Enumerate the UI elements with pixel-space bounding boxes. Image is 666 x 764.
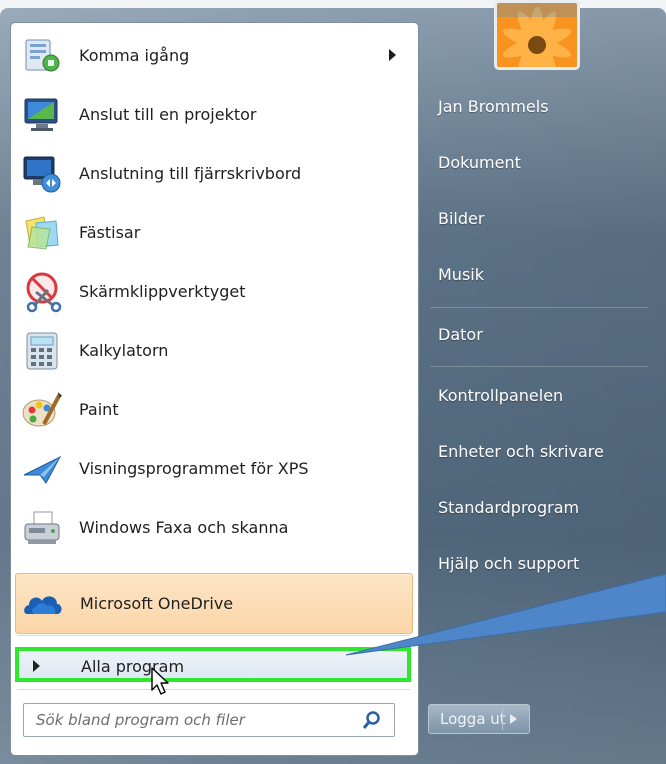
search-icon[interactable] bbox=[362, 710, 382, 730]
submenu-arrow-icon bbox=[389, 49, 396, 61]
remote-desktop-icon bbox=[23, 156, 61, 193]
program-kalkylatorn[interactable]: Kalkylatorn bbox=[11, 321, 416, 380]
program-xps[interactable]: Visningsprogrammet för XPS bbox=[11, 439, 416, 498]
program-label: Visningsprogrammet för XPS bbox=[79, 459, 309, 478]
right-separator bbox=[430, 366, 648, 367]
search-placeholder: Sök bland program och filer bbox=[36, 711, 245, 729]
flower-picture bbox=[497, 3, 577, 67]
music-link[interactable]: Musik bbox=[438, 265, 484, 284]
separator bbox=[17, 635, 410, 636]
program-paint[interactable]: Paint bbox=[11, 380, 416, 439]
paint-icon bbox=[22, 392, 62, 427]
user-picture[interactable] bbox=[494, 0, 580, 70]
control-panel-link[interactable]: Kontrollpanelen bbox=[438, 386, 563, 405]
sticky-notes-icon bbox=[25, 216, 59, 250]
documents-link[interactable]: Dokument bbox=[438, 153, 521, 172]
program-faxa-skanna[interactable]: Windows Faxa och skanna bbox=[11, 498, 416, 557]
separator bbox=[17, 689, 410, 690]
pictures-link[interactable]: Bilder bbox=[438, 209, 484, 228]
onedrive-icon bbox=[24, 596, 62, 614]
search-input[interactable]: Sök bland program och filer bbox=[23, 703, 395, 737]
logout-divider bbox=[502, 708, 503, 730]
expand-arrow-icon bbox=[33, 660, 40, 672]
program-onedrive[interactable]: Microsoft OneDrive bbox=[15, 573, 413, 634]
program-label: Anslutning till fjärrskrivbord bbox=[79, 164, 302, 183]
snipping-tool-icon bbox=[26, 272, 62, 313]
program-anslut-projektor[interactable]: Anslut till en projektor bbox=[11, 85, 416, 144]
computer-link[interactable]: Dator bbox=[438, 325, 483, 344]
program-label: Paint bbox=[79, 400, 119, 419]
calculator-icon bbox=[26, 332, 58, 370]
program-label: Fästisar bbox=[79, 223, 141, 242]
user-name-link[interactable]: Jan Brommels bbox=[438, 97, 549, 116]
program-label: Kalkylatorn bbox=[79, 341, 169, 360]
projector-icon bbox=[24, 98, 58, 131]
program-label: Microsoft OneDrive bbox=[80, 594, 234, 613]
program-label: Windows Faxa och skanna bbox=[79, 518, 289, 537]
shutdown-options-icon[interactable] bbox=[510, 714, 517, 724]
programs-panel: Komma igång Anslut till en projektor Ans… bbox=[10, 22, 419, 756]
devices-printers-link[interactable]: Enheter och skrivare bbox=[438, 442, 604, 461]
program-label: Skärmklippverktyget bbox=[79, 282, 246, 301]
fax-scan-icon bbox=[24, 511, 60, 544]
mouse-cursor-icon bbox=[151, 667, 169, 695]
program-komma-igang[interactable]: Komma igång bbox=[11, 26, 416, 85]
program-label: Anslut till en projektor bbox=[79, 105, 257, 124]
all-programs-button[interactable]: Alla program bbox=[15, 647, 411, 682]
right-separator bbox=[430, 307, 648, 308]
program-fastisar[interactable]: Fästisar bbox=[11, 203, 416, 262]
program-label: Komma igång bbox=[79, 46, 190, 65]
default-programs-link[interactable]: Standardprogram bbox=[438, 498, 579, 517]
logout-button[interactable]: Logga ut bbox=[428, 704, 530, 734]
getting-started-icon bbox=[25, 39, 60, 72]
program-fjarrskrivbord[interactable]: Anslutning till fjärrskrivbord bbox=[11, 144, 416, 203]
help-support-link[interactable]: Hjälp och support bbox=[438, 554, 579, 573]
program-skarmklipp[interactable]: Skärmklippverktyget bbox=[11, 262, 416, 321]
logout-label: Logga ut bbox=[440, 710, 506, 728]
xps-viewer-icon bbox=[23, 455, 62, 484]
